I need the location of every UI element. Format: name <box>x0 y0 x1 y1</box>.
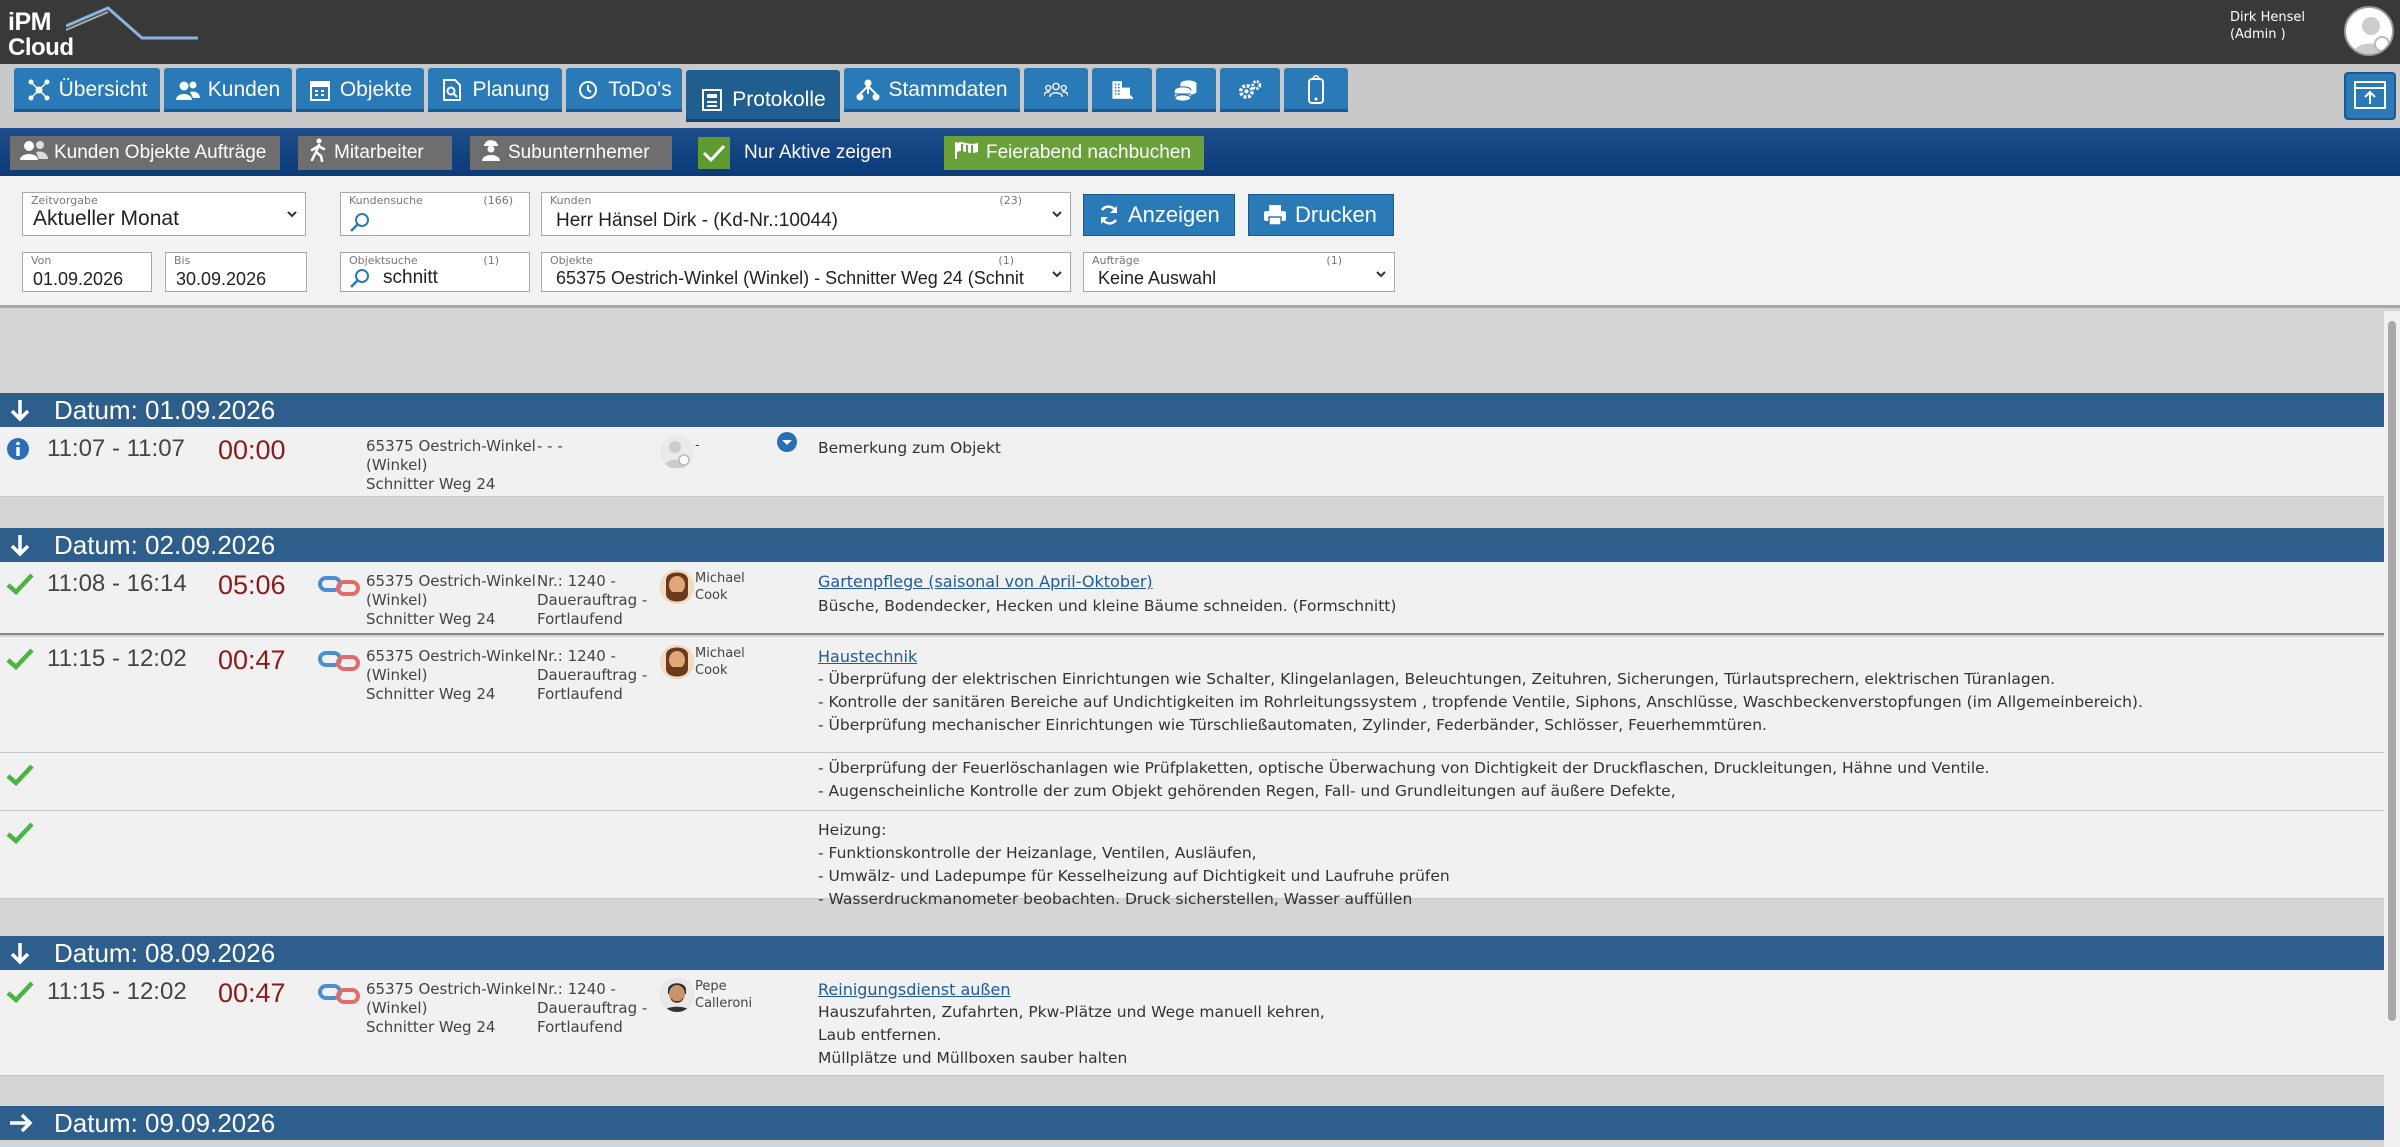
user-name: Dirk Hensel <box>2229 10 2305 25</box>
auftrag-title-link[interactable]: Haustechnik <box>818 647 917 666</box>
kunden-select[interactable]: Kunden (23) Herr Hänsel Dirk - (Kd-Nr.:1… <box>541 192 1071 236</box>
arrow-down-icon <box>10 400 30 422</box>
employee-avatar <box>660 978 694 1012</box>
arrow-down-icon <box>10 943 30 965</box>
chevron-circle-down-icon[interactable] <box>776 431 798 453</box>
clock-icon <box>576 78 600 102</box>
link-chain-icon <box>318 651 360 671</box>
window-upload-icon <box>2354 81 2386 109</box>
placeholder-avatar-icon <box>660 435 694 469</box>
tab-objekte[interactable]: Objekte <box>296 68 424 112</box>
tab-protokolle[interactable]: Protokolle <box>686 70 840 122</box>
employee-avatar <box>660 645 694 679</box>
search-icon <box>350 213 369 232</box>
day-header[interactable]: Datum: 08.09.2026 <box>0 936 2384 970</box>
tab-mobile[interactable] <box>1284 68 1348 112</box>
anzeigen-button[interactable]: Anzeigen <box>1083 194 1235 236</box>
sub-toolbar: Kunden Objekte Aufträge Mitarbeiter Subu… <box>0 128 2400 184</box>
auftrag-title-link[interactable]: Reinigungsdienst außen <box>818 980 1011 999</box>
gears-icon <box>1238 78 1262 102</box>
refresh-icon <box>1100 205 1118 225</box>
day-header[interactable]: Datum: 01.09.2026 <box>0 393 2384 427</box>
mitarbeiter-button[interactable]: Mitarbeiter <box>298 136 452 170</box>
nur-aktive-toggle[interactable]: Nur Aktive zeigen <box>698 136 928 170</box>
user-silhouette-icon <box>2353 17 2390 54</box>
tab-settings[interactable] <box>1220 68 1280 112</box>
bis-date-input[interactable]: Bis 30.09.2026 <box>165 252 307 292</box>
search-icon <box>350 269 369 288</box>
objektsuche-input[interactable]: Objektsuche (1) schnitt <box>340 252 530 292</box>
employee-avatar <box>660 570 694 604</box>
network-icon <box>27 78 51 102</box>
calendar-icon <box>308 78 332 102</box>
user-info[interactable]: Dirk Hensel (Admin ) <box>2230 9 2305 43</box>
user-avatar[interactable] <box>2344 6 2394 56</box>
arrow-down-icon <box>10 535 30 557</box>
chevron-down-icon <box>1052 211 1062 218</box>
list-item[interactable]: 11:15 - 12:02 00:47 65375 Oestrich-Winke… <box>0 637 2384 753</box>
link-chain-icon <box>318 984 360 1004</box>
flag-icon <box>954 140 980 166</box>
building-icon <box>1110 78 1134 102</box>
chevron-down-icon <box>1052 271 1062 278</box>
mobile-phone-icon <box>1304 75 1328 104</box>
tab-mitarbeiter-group[interactable] <box>1024 68 1088 112</box>
von-date-input[interactable]: Von 01.09.2026 <box>22 252 152 292</box>
tab-stammdaten[interactable]: Stammdaten <box>844 68 1020 112</box>
kunden-objekte-auftrage-button[interactable]: Kunden Objekte Aufträge <box>10 136 280 170</box>
list-item[interactable]: 11:07 - 11:07 00:00 65375 Oestrich-Winke… <box>0 427 2384 497</box>
list-item[interactable]: - Überprüfung der Feuerlöschanlagen wie … <box>0 753 2384 811</box>
vertical-scrollbar[interactable] <box>2384 311 2400 1147</box>
arrow-right-icon <box>10 1113 33 1133</box>
list-item[interactable]: 11:08 - 16:14 05:06 65375 Oestrich-Winke… <box>0 562 2384 635</box>
printer-icon <box>1264 205 1286 226</box>
report-icon <box>700 88 724 112</box>
roof-icon <box>66 6 198 40</box>
checkmark-icon <box>6 573 34 596</box>
tab-kunden[interactable]: Kunden <box>164 68 292 112</box>
auftrag-title-link[interactable]: Gartenpflege (saisonal von April-Oktober… <box>818 572 1153 591</box>
tab-planung[interactable]: Planung <box>428 68 562 112</box>
users-icon <box>20 139 48 167</box>
chevron-down-icon <box>1376 271 1386 278</box>
tab-buildings[interactable] <box>1092 68 1152 112</box>
day-header[interactable]: Datum: 02.09.2026 <box>0 528 2384 562</box>
checkmark-icon <box>6 822 34 845</box>
top-bar: iPM Cloud Dirk Hensel (Admin ) <box>0 0 2400 64</box>
chevron-down-icon <box>287 211 297 218</box>
day-header[interactable]: Datum: 09.09.2026 <box>0 1106 2384 1140</box>
main-nav: Übersicht Kunden Objekte Planung ToDo's … <box>0 64 2400 128</box>
tab-ubersicht[interactable]: Übersicht <box>14 68 160 112</box>
checkbox-checked-icon[interactable] <box>698 137 730 169</box>
objekte-select[interactable]: Objekte (1) 65375 Oestrich-Winkel (Winke… <box>541 252 1071 292</box>
checkmark-icon <box>6 981 34 1004</box>
link-chain-icon <box>318 576 360 596</box>
tab-todos[interactable]: ToDo's <box>566 68 682 112</box>
zeitvorgabe-select[interactable]: Zeitvorgabe Aktueller Monat <box>22 192 306 236</box>
app-logo[interactable]: iPM Cloud <box>6 4 198 62</box>
walking-person-icon <box>308 138 328 168</box>
info-icon <box>7 438 29 460</box>
upload-window-button[interactable] <box>2344 72 2396 120</box>
worker-icon <box>480 138 502 168</box>
document-search-icon <box>440 78 464 102</box>
group-icon <box>1044 78 1068 102</box>
hierarchy-icon <box>856 78 880 102</box>
kundensuche-input[interactable]: Kundensuche (166) <box>340 192 530 236</box>
users-icon <box>175 78 200 102</box>
checkmark-icon <box>6 764 34 787</box>
scrollbar-thumb[interactable] <box>2388 321 2396 1021</box>
user-role: (Admin ) <box>2229 27 2286 42</box>
protokoll-list: Datum: 01.09.2026 11:07 - 11:07 00:00 65… <box>0 311 2384 1147</box>
list-item[interactable]: Heizung: - Funktionskontrolle der Heizan… <box>0 811 2384 908</box>
drucken-button[interactable]: Drucken <box>1248 194 1394 236</box>
tab-finance[interactable] <box>1156 68 1216 112</box>
coins-icon <box>1174 78 1198 102</box>
auftrage-select[interactable]: Aufträge (1) Keine Auswahl <box>1083 252 1395 292</box>
subunternehmer-button[interactable]: Subunternhemer <box>470 136 672 170</box>
checkmark-icon <box>6 648 34 671</box>
feierabend-nachbuchen-button[interactable]: Feierabend nachbuchen <box>944 136 1204 170</box>
list-item[interactable]: 11:15 - 12:02 00:47 65375 Oestrich-Winke… <box>0 970 2384 1076</box>
